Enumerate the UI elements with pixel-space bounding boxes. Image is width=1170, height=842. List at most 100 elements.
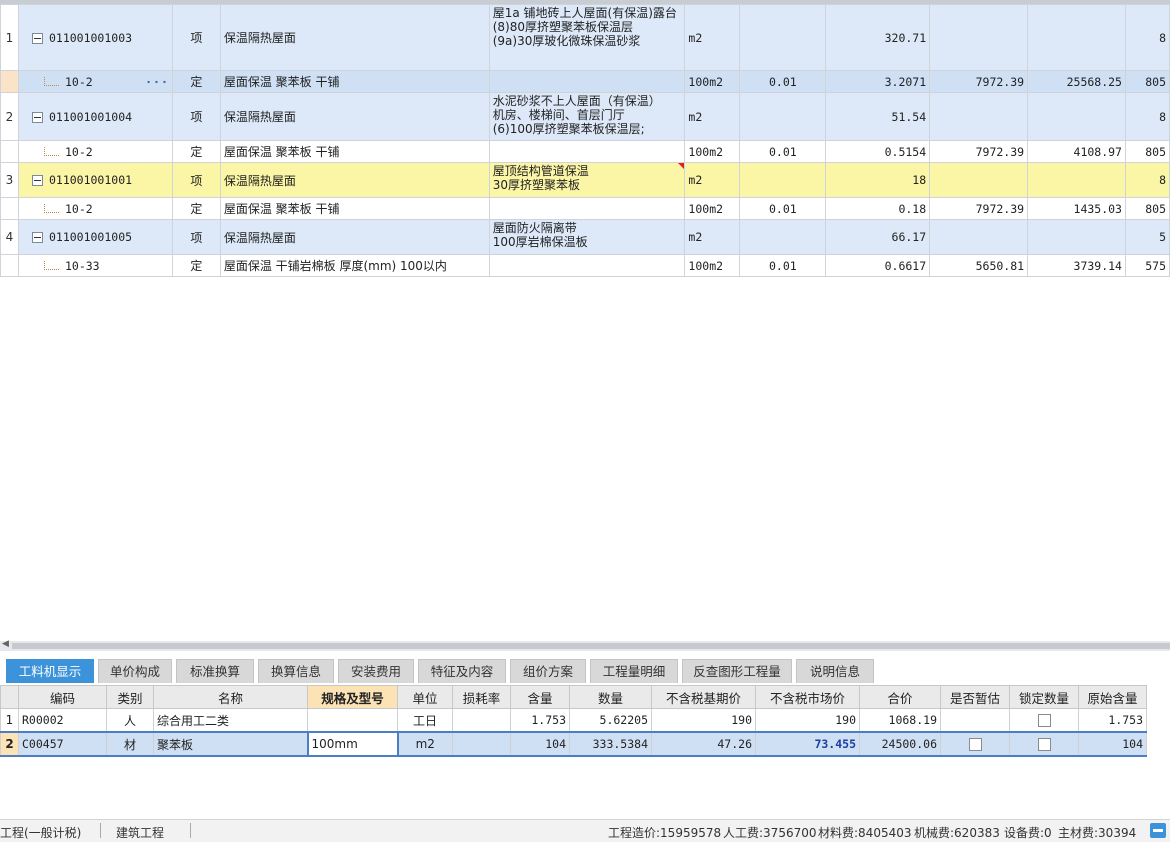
collapse-icon[interactable] bbox=[31, 111, 43, 123]
quantity-cell[interactable]: 320.71 bbox=[825, 4, 931, 71]
code-cell[interactable]: 10-2 bbox=[17, 197, 173, 220]
unit-price-cell[interactable] bbox=[929, 92, 1029, 141]
coefficient-cell[interactable]: 0.01 bbox=[739, 254, 827, 277]
unit-cell[interactable]: m2 bbox=[684, 92, 741, 141]
code-cell[interactable]: 011001001004 bbox=[17, 92, 173, 141]
content[interactable]: 104 bbox=[510, 731, 570, 757]
description-cell[interactable] bbox=[488, 254, 686, 277]
name-cell[interactable]: 保温隔热屋面 bbox=[219, 219, 490, 255]
tab-3[interactable]: 标准换算 bbox=[176, 659, 254, 683]
resource-code[interactable]: R00002 bbox=[18, 708, 107, 733]
coefficient-cell[interactable] bbox=[739, 219, 827, 255]
next-column-cell[interactable]: 805 bbox=[1124, 70, 1170, 93]
row-index[interactable]: 3 bbox=[0, 162, 19, 198]
total-cell[interactable]: 4108.97 bbox=[1027, 140, 1126, 163]
description-cell[interactable]: 屋顶结构管道保温 30厚挤塑聚苯板 bbox=[488, 162, 686, 198]
column-header[interactable]: 不含税市场价 bbox=[755, 685, 860, 709]
collapse-icon[interactable] bbox=[31, 32, 43, 44]
code-cell[interactable]: 10-33 bbox=[17, 254, 173, 277]
spec-input[interactable]: 100mm bbox=[306, 731, 399, 757]
kind-cell[interactable]: 定 bbox=[171, 70, 221, 93]
bill-item-row[interactable]: 2 011001001004 项保温隔热屋面 水泥砂浆不上人屋面（有保温） 机房、楼梯… bbox=[0, 92, 1170, 141]
quota-row[interactable]: 10-33 定屋面保温 干铺岩棉板 厚度(mm) 100以内 100m2 0.01 0.… bbox=[0, 254, 1170, 277]
code-cell[interactable]: 011001001003 bbox=[17, 4, 173, 71]
quantity-cell[interactable]: 66.17 bbox=[825, 219, 931, 255]
column-header[interactable]: 含量 bbox=[510, 685, 570, 709]
next-column-cell[interactable]: 8 bbox=[1124, 92, 1170, 141]
quantity-cell[interactable]: 0.5154 bbox=[825, 140, 931, 163]
total-cell[interactable]: 1435.03 bbox=[1027, 197, 1126, 220]
original-content[interactable]: 104 bbox=[1078, 731, 1147, 757]
collapse-icon[interactable] bbox=[31, 232, 43, 243]
resource-kind[interactable]: 材 bbox=[106, 731, 154, 757]
quota-row[interactable]: 10-2 ··· 定屋面保温 聚苯板 干铺 100m2 0.01 3.2071 7972.3… bbox=[0, 70, 1170, 93]
tab-5[interactable]: 安装费用 bbox=[338, 659, 414, 683]
unit-cell[interactable]: m2 bbox=[684, 4, 741, 71]
next-column-cell[interactable]: 8 bbox=[1124, 162, 1170, 198]
kind-cell[interactable]: 项 bbox=[171, 219, 221, 255]
kind-cell[interactable]: 定 bbox=[171, 140, 221, 163]
unit-price-cell[interactable] bbox=[929, 4, 1029, 71]
resource-name[interactable]: 聚苯板 bbox=[153, 731, 308, 757]
quantity-cell[interactable]: 0.18 bbox=[825, 197, 931, 220]
resource-row[interactable]: 1 R00002 人综合用工二类 工日 1.753 5.62205 190 190 1068.1… bbox=[0, 708, 1147, 733]
kind-cell[interactable]: 项 bbox=[171, 4, 221, 71]
resource-code[interactable]: C00457 bbox=[18, 731, 107, 757]
column-header[interactable]: 损耗率 bbox=[452, 685, 511, 709]
tab-4[interactable]: 换算信息 bbox=[258, 659, 334, 683]
bill-item-row[interactable]: 4 011001001005 项保温隔热屋面 屋面防火隔离带 100厚岩棉保温板 m2 6… bbox=[0, 219, 1170, 255]
row-index[interactable]: 1 bbox=[0, 4, 19, 71]
next-column-cell[interactable]: 5 bbox=[1124, 219, 1170, 255]
kind-cell[interactable]: 定 bbox=[171, 197, 221, 220]
quantity[interactable]: 5.62205 bbox=[569, 708, 652, 733]
quantity-cell[interactable]: 51.54 bbox=[825, 92, 931, 141]
unit-price-cell[interactable]: 7972.39 bbox=[929, 197, 1029, 220]
row-index[interactable] bbox=[0, 70, 19, 93]
name-cell[interactable]: 保温隔热屋面 bbox=[219, 162, 490, 198]
kind-cell[interactable]: 定 bbox=[171, 254, 221, 277]
coefficient-cell[interactable] bbox=[739, 4, 827, 71]
resource-unit[interactable]: m2 bbox=[397, 731, 453, 757]
column-header[interactable]: 类别 bbox=[106, 685, 154, 709]
kind-cell[interactable]: 项 bbox=[171, 162, 221, 198]
coefficient-cell[interactable]: 0.01 bbox=[739, 70, 827, 93]
column-header[interactable]: 编码 bbox=[18, 685, 107, 709]
collapse-icon[interactable] bbox=[31, 175, 43, 186]
column-header[interactable]: 原始含量 bbox=[1078, 685, 1147, 709]
name-cell[interactable]: 屋面保温 聚苯板 干铺 bbox=[219, 197, 490, 220]
next-column-cell[interactable]: 8 bbox=[1124, 4, 1170, 71]
code-cell[interactable]: 10-2 ··· bbox=[17, 70, 173, 93]
provisional-cell[interactable] bbox=[940, 731, 1010, 757]
kind-cell[interactable]: 项 bbox=[171, 92, 221, 141]
tab-9[interactable]: 反查图形工程量 bbox=[682, 659, 792, 683]
total-cell[interactable] bbox=[1027, 162, 1126, 198]
quantity[interactable]: 333.5384 bbox=[569, 731, 652, 757]
quota-row[interactable]: 10-2 定屋面保温 聚苯板 干铺 100m2 0.01 0.5154 7972.39 41… bbox=[0, 140, 1170, 163]
lock-cell[interactable] bbox=[1009, 731, 1079, 757]
status-tax-mode[interactable]: 工程(一般计税) bbox=[0, 824, 81, 841]
next-column-cell[interactable]: 805 bbox=[1124, 197, 1170, 220]
column-header[interactable]: 数量 bbox=[569, 685, 652, 709]
scroll-left-arrow-icon[interactable]: ◀ bbox=[2, 639, 9, 649]
more-options-button[interactable]: ··· bbox=[145, 75, 169, 89]
unit-cell[interactable]: 100m2 bbox=[684, 140, 741, 163]
name-cell[interactable]: 屋面保温 聚苯板 干铺 bbox=[219, 70, 490, 93]
name-cell[interactable]: 保温隔热屋面 bbox=[219, 92, 490, 141]
market-price[interactable]: 73.455 bbox=[755, 731, 860, 757]
next-column-cell[interactable]: 575 bbox=[1124, 254, 1170, 277]
unit-cell[interactable]: m2 bbox=[684, 162, 741, 198]
code-cell[interactable]: 011001001001 bbox=[17, 162, 173, 198]
description-cell[interactable]: 屋面防火隔离带 100厚岩棉保温板 bbox=[488, 219, 686, 255]
tab-6[interactable]: 特征及内容 bbox=[418, 659, 506, 683]
horizontal-scrollbar[interactable]: ◀ bbox=[0, 639, 1170, 651]
tab-2[interactable]: 单价构成 bbox=[98, 659, 172, 683]
spec-input[interactable] bbox=[307, 708, 398, 733]
resource-unit[interactable]: 工日 bbox=[397, 708, 453, 733]
total-cell[interactable] bbox=[1027, 4, 1126, 71]
row-index[interactable]: 2 bbox=[0, 731, 19, 757]
quota-row[interactable]: 10-2 定屋面保温 聚苯板 干铺 100m2 0.01 0.18 7972.39 1435… bbox=[0, 197, 1170, 220]
column-header[interactable]: 是否暂估 bbox=[940, 685, 1010, 709]
unit-cell[interactable]: 100m2 bbox=[684, 197, 741, 220]
resource-kind[interactable]: 人 bbox=[106, 708, 154, 733]
unit-cell[interactable]: 100m2 bbox=[684, 254, 741, 277]
